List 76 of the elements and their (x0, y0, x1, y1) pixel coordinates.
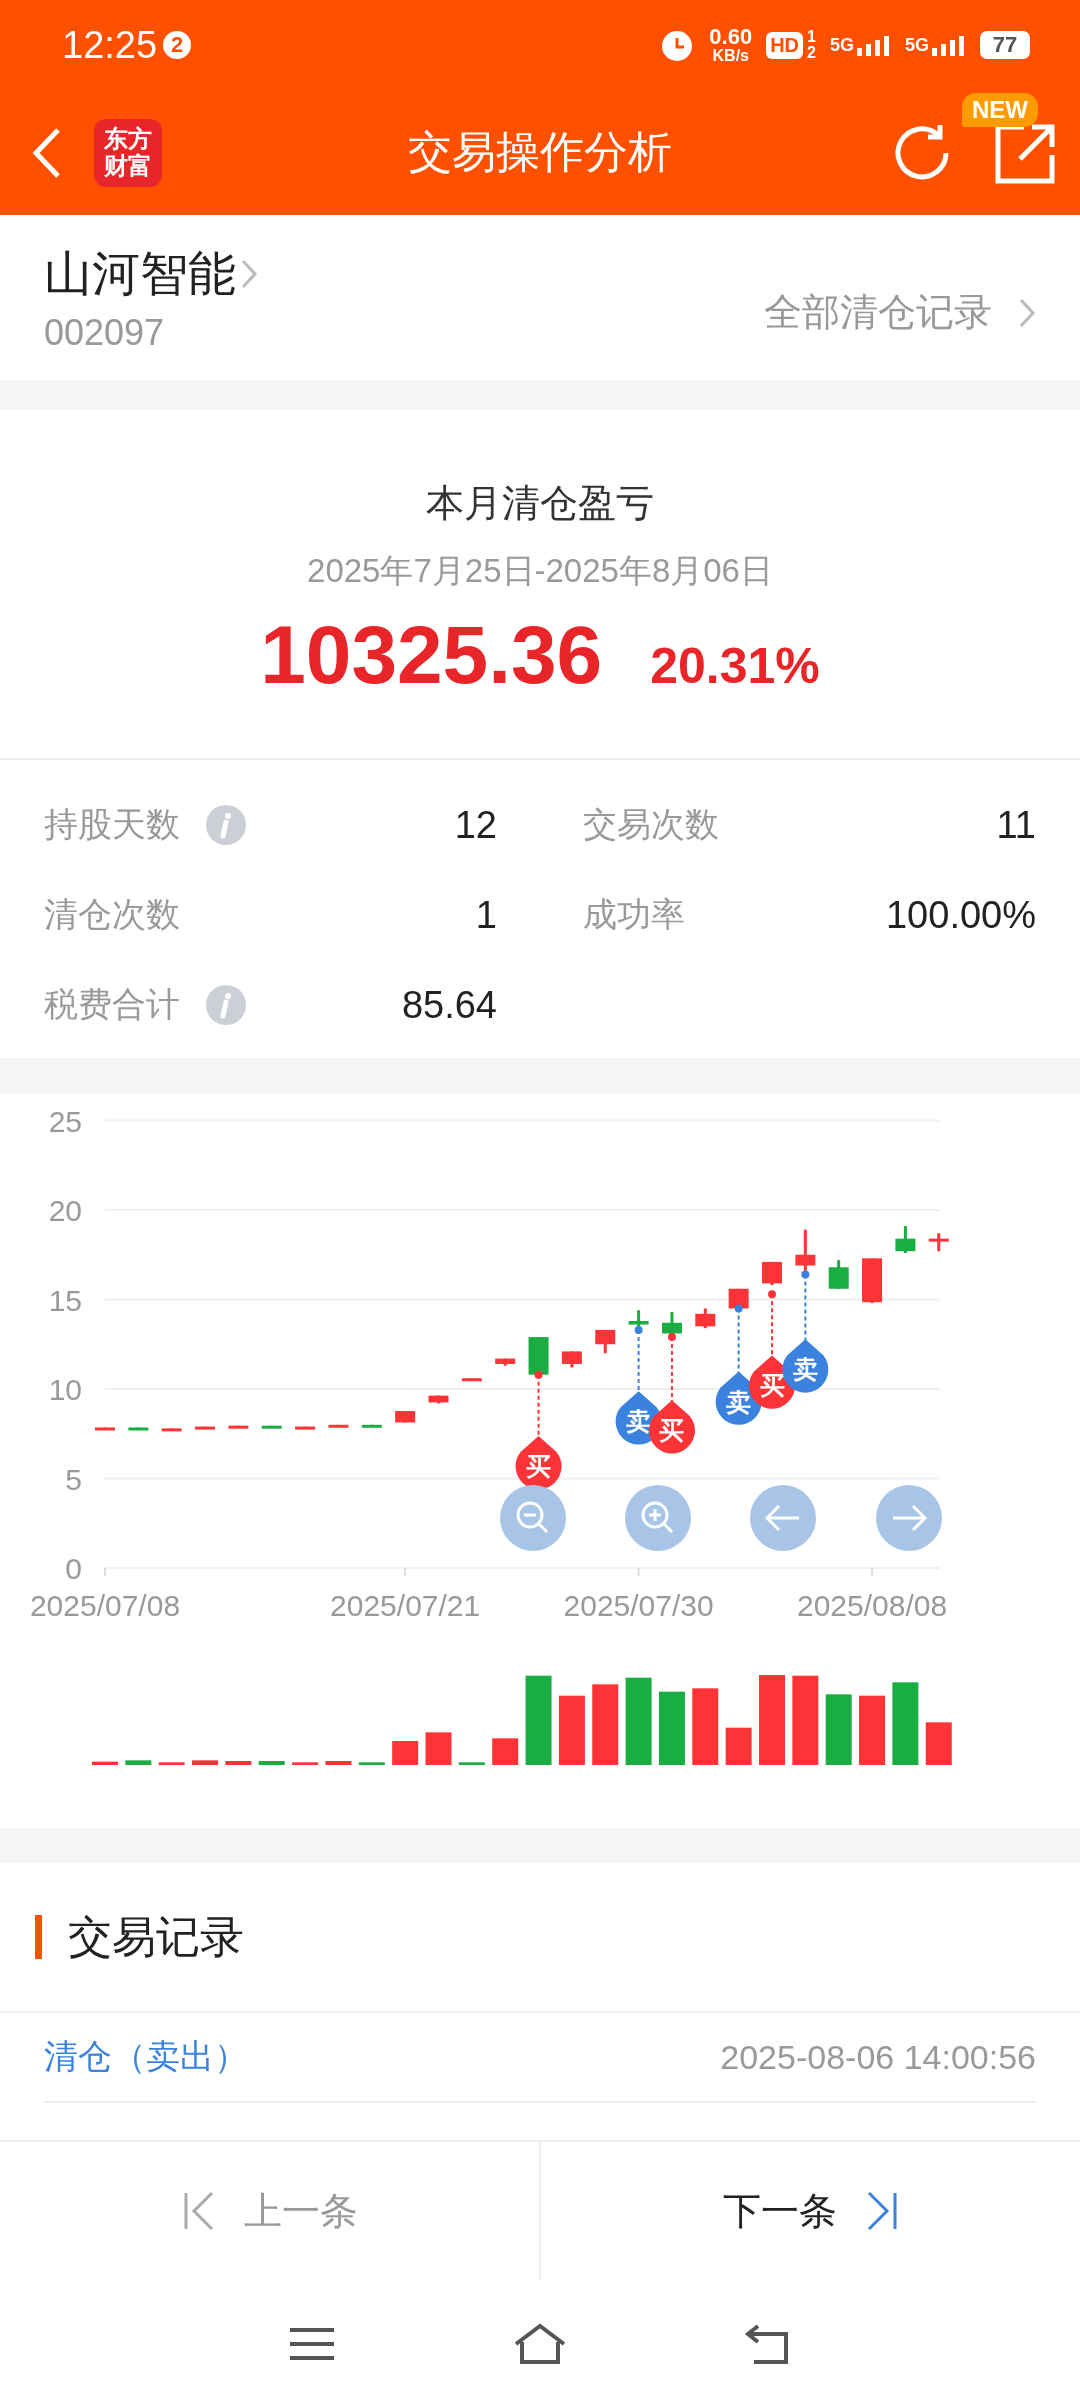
candlestick (461, 1378, 482, 1382)
candlestick (428, 1395, 449, 1404)
stat-label: 成功率 (583, 894, 685, 935)
axis-label: 2025/07/30 (563, 1589, 714, 1622)
candlestick (728, 1288, 749, 1309)
sim-label: 2 (807, 45, 816, 61)
axis-label: 10 (48, 1373, 82, 1406)
axis-label: 2025/08/08 (796, 1589, 948, 1622)
net-speed: 0.60 (709, 26, 753, 48)
section-title: 交易记录 (68, 1910, 244, 1963)
candlestick (561, 1351, 582, 1368)
candlestick (395, 1411, 416, 1423)
candlestick (862, 1258, 883, 1304)
signal-icon (932, 34, 966, 56)
record-time: 2025-08-06 14:00:56 (720, 2037, 1036, 2077)
candlestick (828, 1260, 849, 1289)
candlestick (328, 1424, 349, 1428)
candlestick (595, 1329, 616, 1354)
axis-label: 20 (48, 1194, 82, 1227)
network-label: 5G (829, 35, 854, 56)
axis-label: 5 (65, 1462, 82, 1496)
page-title: 交易操作分析 (408, 127, 672, 176)
candlestick (128, 1427, 149, 1431)
home-icon[interactable] (512, 2322, 568, 2366)
next-button[interactable]: 下一条 (541, 2142, 1080, 2280)
net-unit: KB/s (712, 48, 749, 64)
sim-label: 1 (807, 29, 816, 45)
accent-bar (35, 1915, 42, 1959)
candlestick (228, 1425, 249, 1429)
chevron-icon (1018, 296, 1036, 329)
stat-label: 税费合计 (44, 984, 180, 1025)
network-label: 5G (905, 35, 929, 56)
axis-label: 2025/07/08 (29, 1589, 181, 1622)
axis-label: 25 (48, 1104, 82, 1138)
period-text: 2025年7月25日-2025年8月06日 (307, 551, 773, 591)
app-logo: 东方 财富 (94, 118, 162, 187)
candlestick (695, 1308, 716, 1329)
stat-value: 100.00% (886, 893, 1036, 937)
candlestick (628, 1310, 649, 1329)
stat-value: 11 (996, 803, 1036, 847)
candlestick (295, 1426, 316, 1430)
candlestick (161, 1428, 182, 1432)
profit-amount: 10325.36 (260, 608, 603, 702)
stat-label: 交易次数 (583, 804, 719, 845)
candlestick (661, 1312, 682, 1336)
battery-level: 77 (980, 31, 1030, 59)
candlestick (195, 1426, 216, 1430)
candlestick (361, 1424, 382, 1428)
candlestick (261, 1425, 282, 1429)
signal-icon (857, 34, 891, 56)
candlestick (895, 1226, 916, 1253)
axis-label: 0 (65, 1552, 82, 1585)
axis-label: 2025/07/21 (330, 1589, 481, 1622)
stat-value: 1 (475, 893, 497, 937)
candlestick (528, 1337, 549, 1375)
notification-count: 2 (163, 31, 192, 59)
record-type[interactable]: 清仓（卖出） (44, 2034, 248, 2080)
all-records-link[interactable]: 全部清仓记录 (764, 287, 1036, 338)
stat-label: 清仓次数 (44, 894, 180, 935)
profit-rate: 20.31% (650, 637, 820, 695)
summary-title: 本月清仓盈亏 (426, 481, 654, 526)
candlestick (795, 1229, 816, 1273)
chevron-icon (240, 257, 258, 290)
stock-code: 002097 (44, 311, 166, 354)
stat-label: 持股天数 (44, 804, 180, 845)
stock-name[interactable]: 山河智能 (44, 241, 258, 306)
hd-icon: HD (766, 31, 804, 59)
stat-value: 85.64 (401, 983, 497, 1027)
new-badge: NEW (962, 92, 1038, 127)
candlestick (495, 1358, 516, 1366)
candlestick (928, 1233, 949, 1252)
status-time: 12:25 (62, 23, 158, 67)
candlestick (95, 1427, 115, 1431)
stat-value: 12 (454, 803, 497, 847)
candlestick (762, 1261, 782, 1286)
axis-label: 15 (48, 1283, 82, 1317)
